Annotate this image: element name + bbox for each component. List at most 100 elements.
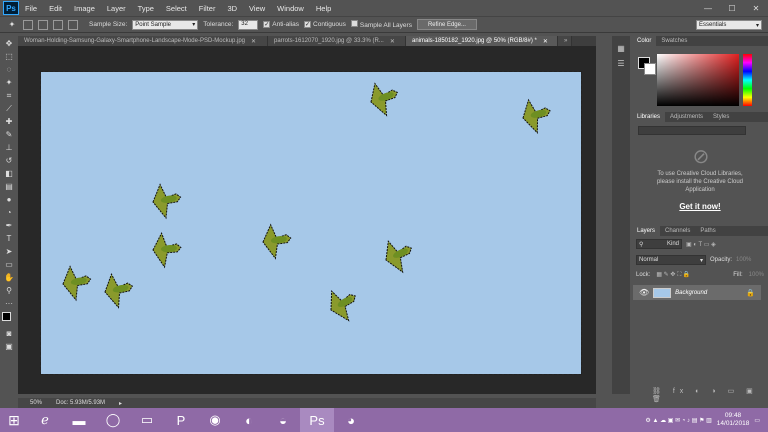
discord-icon[interactable]: ◕ [334, 408, 368, 432]
menu-filter[interactable]: Filter [193, 4, 222, 13]
tab-swatches[interactable]: Swatches [656, 36, 692, 46]
tab-adjustments[interactable]: Adjustments [665, 112, 708, 122]
menu-window[interactable]: Window [271, 4, 310, 13]
lock-icons[interactable]: ▦ ✎ ✥ ⛶ 🔒 [656, 271, 690, 279]
subtract-selection-icon[interactable] [53, 19, 63, 30]
tab-channels[interactable]: Channels [660, 226, 695, 236]
shape-tool-icon[interactable]: ▭ [3, 260, 15, 270]
menu-type[interactable]: Type [132, 4, 160, 13]
type-tool-icon[interactable]: T [3, 234, 15, 244]
refine-edge-button[interactable]: Refine Edge... [416, 19, 477, 30]
clock[interactable]: 09:48 14/01/2018 [717, 412, 750, 428]
computer-icon[interactable]: ▭ [130, 408, 164, 432]
color-field[interactable] [657, 54, 739, 106]
windows-start-icon[interactable]: ⊞ [0, 408, 28, 432]
menu-layer[interactable]: Layer [101, 4, 132, 13]
pen-tool-icon[interactable]: ✒ [3, 221, 15, 231]
new-selection-icon[interactable] [23, 19, 33, 30]
tab-paths[interactable]: Paths [695, 226, 720, 236]
notifications-icon[interactable]: ▭ [754, 417, 760, 424]
contiguous-checkbox[interactable]: ✓ Contiguous [304, 21, 346, 28]
menu-image[interactable]: Image [68, 4, 101, 13]
minimize-button[interactable]: — [696, 0, 720, 16]
menu-select[interactable]: Select [160, 4, 193, 13]
screen-mode-icon[interactable]: ▣ [3, 342, 15, 352]
gimp-icon[interactable]: ◒ [266, 408, 300, 432]
tray-icons[interactable]: ⚙ ▲ ☁ ▣ ✉ ◔ ♪ ▤ ⚑ ▥ [645, 417, 711, 424]
powerpoint-icon[interactable]: P [164, 408, 198, 432]
tab-styles[interactable]: Styles [708, 112, 734, 122]
move-tool-icon[interactable]: ✥ [3, 39, 15, 49]
magic-wand-icon[interactable]: ✦ [6, 20, 18, 30]
menu-view[interactable]: View [243, 4, 271, 13]
internet-explorer-icon[interactable]: ℯ [28, 408, 62, 432]
crop-tool-icon[interactable]: ⌗ [3, 91, 15, 101]
history-brush-tool-icon[interactable]: ↺ [3, 156, 15, 166]
layer-kind-filter[interactable]: ⚲ Kind [636, 239, 682, 249]
eyedropper-tool-icon[interactable]: ⟋ [3, 104, 15, 114]
library-dropdown[interactable] [638, 126, 746, 135]
close-button[interactable]: ✕ [744, 0, 768, 16]
menu-help[interactable]: Help [310, 4, 337, 13]
properties-panel-icon[interactable]: ☰ [612, 59, 630, 68]
tab-overflow[interactable]: » [558, 36, 572, 46]
zoom-level[interactable]: 50% [30, 400, 42, 406]
eye-icon[interactable]: 👁 [639, 288, 649, 297]
status-arrow-icon[interactable]: ▸ [119, 400, 122, 407]
sample-size-select[interactable]: Point Sample ▾ [132, 19, 199, 30]
anti-alias-checkbox[interactable]: ✓ Anti-alias [263, 21, 299, 28]
tab-libraries[interactable]: Libraries [632, 112, 666, 122]
close-icon[interactable]: ✕ [543, 38, 548, 45]
color-swatches[interactable] [2, 312, 16, 326]
filter-icons[interactable]: ▣ ◐ T ▭ ◈ [686, 241, 716, 248]
sample-all-layers-checkbox[interactable]: Sample All Layers [350, 20, 412, 29]
fill-value[interactable]: 100% [749, 272, 764, 278]
quick-mask-icon[interactable]: ◙ [3, 329, 15, 339]
layers-footer-icons[interactable]: ⛓ fx ◐ ◑ ▭ ▣ 🗑 [652, 387, 768, 403]
blur-tool-icon[interactable]: ● [3, 195, 15, 205]
close-icon[interactable]: ✕ [390, 38, 395, 45]
marquee-tool-icon[interactable]: ⬚ [3, 52, 15, 62]
layer-name[interactable]: Background [675, 290, 742, 296]
add-selection-icon[interactable] [38, 19, 48, 30]
intersect-selection-icon[interactable] [68, 19, 78, 30]
file-explorer-icon[interactable]: ▬ [62, 408, 96, 432]
menu-edit[interactable]: Edit [43, 4, 68, 13]
foreground-color-swatch[interactable] [2, 312, 11, 321]
brush-tool-icon[interactable]: ✎ [3, 130, 15, 140]
hand-tool-icon[interactable]: ✋ [3, 273, 15, 283]
tab-layers[interactable]: Layers [632, 226, 661, 236]
more-tools-icon[interactable]: ··· [3, 299, 15, 309]
tolerance-input[interactable]: 32 [238, 19, 259, 30]
chrome-icon[interactable]: ◉ [198, 408, 232, 432]
photoshop-taskbar-icon[interactable]: Ps [300, 408, 334, 432]
zoom-tool-icon[interactable]: ⚲ [3, 286, 15, 296]
tab-woman-mockup[interactable]: Woman-Holding-Samsung-Galaxy-Smartphone-… [18, 36, 268, 46]
magic-wand-tool-icon[interactable]: ✦ [3, 78, 15, 88]
healing-brush-tool-icon[interactable]: ✚ [3, 117, 15, 127]
eraser-tool-icon[interactable]: ◧ [3, 169, 15, 179]
get-it-now-link[interactable]: Get it now! [650, 202, 750, 211]
maximize-button[interactable]: ☐ [720, 0, 744, 16]
image-canvas-birds-in-sky[interactable] [40, 71, 582, 375]
firefox-icon[interactable]: ◐ [232, 408, 266, 432]
tab-color[interactable]: Color [632, 36, 657, 46]
menu-3d[interactable]: 3D [221, 4, 243, 13]
clone-stamp-tool-icon[interactable]: ⊥ [3, 143, 15, 153]
history-panel-icon[interactable]: ▦ [612, 44, 630, 53]
workspace-select[interactable]: Essentials ▾ [696, 20, 762, 30]
color-panel-background-swatch[interactable] [644, 63, 656, 75]
hue-slider[interactable] [743, 54, 752, 106]
layer-row-background[interactable]: 👁 Background 🔒 [633, 285, 761, 300]
blend-mode-select[interactable]: Normal ▾ [636, 255, 706, 265]
path-selection-tool-icon[interactable]: ➤ [3, 247, 15, 257]
close-icon[interactable]: ✕ [251, 38, 256, 45]
tab-animals-active[interactable]: animals-1850182_1920.jpg @ 50% (RGB/8#) … [406, 36, 558, 46]
tab-parrots[interactable]: parrots-1612070_1920.jpg @ 33.3% (R... ✕ [268, 36, 406, 46]
lasso-tool-icon[interactable]: ◌ [3, 65, 15, 75]
opera-icon[interactable]: ◯ [96, 408, 130, 432]
gradient-tool-icon[interactable]: ▤ [3, 182, 15, 192]
dodge-tool-icon[interactable]: ◔ [3, 208, 15, 218]
menu-file[interactable]: File [19, 4, 43, 13]
opacity-value[interactable]: 100% [736, 257, 751, 263]
